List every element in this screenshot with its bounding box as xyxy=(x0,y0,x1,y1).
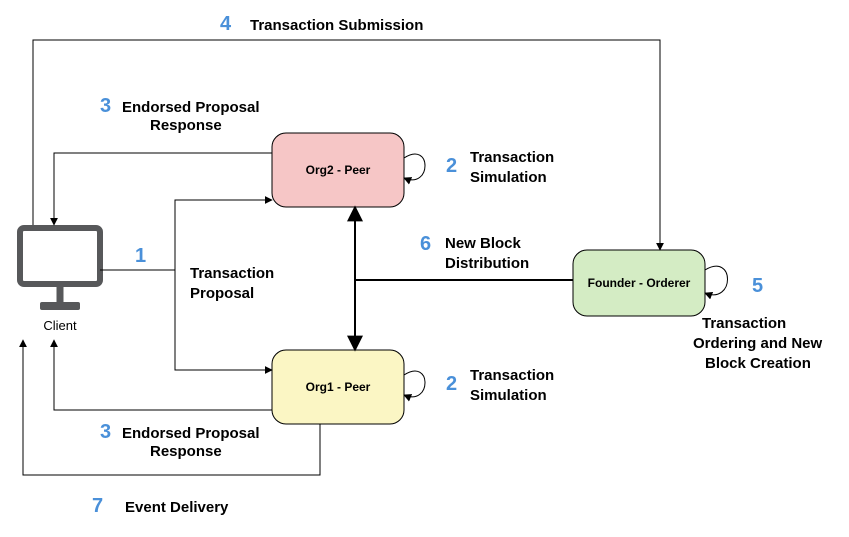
step1-label1: Transaction xyxy=(190,265,274,282)
step2b-label2: Simulation xyxy=(470,387,547,404)
step3b-num: 3 xyxy=(100,421,111,443)
step6-label1: New Block xyxy=(445,235,522,252)
selfloop-org1 xyxy=(404,371,425,397)
step2a-num: 2 xyxy=(446,155,457,177)
selfloop-org2 xyxy=(404,154,425,180)
step2b-label1: Transaction xyxy=(470,367,554,384)
step5-label1: Transaction xyxy=(702,315,786,332)
step5-label2: Ordering and New xyxy=(693,335,823,352)
step5-label3: Block Creation xyxy=(705,355,811,372)
step7-num: 7 xyxy=(92,495,103,517)
arrow-proposal-org2 xyxy=(100,200,272,270)
step2a-label2: Simulation xyxy=(470,169,547,186)
selfloop-orderer xyxy=(705,266,728,295)
step3b-label2: Response xyxy=(150,443,222,460)
step3a-label2: Response xyxy=(150,117,222,134)
step1-label2: Proposal xyxy=(190,285,254,302)
step6-num: 6 xyxy=(420,233,431,255)
step7-label: Event Delivery xyxy=(125,499,229,516)
step3a-label1: Endorsed Proposal xyxy=(122,99,260,116)
step6-label2: Distribution xyxy=(445,255,529,272)
arrow-endorse-org2 xyxy=(54,153,272,225)
client-icon xyxy=(20,228,100,310)
step4-label: Transaction Submission xyxy=(250,17,423,34)
step4-num: 4 xyxy=(220,13,232,35)
arrow-endorse-org1 xyxy=(54,340,272,410)
orderer-label: Founder - Orderer xyxy=(588,276,691,290)
step3a-num: 3 xyxy=(100,95,111,117)
step2a-label1: Transaction xyxy=(470,149,554,166)
step5-num: 5 xyxy=(752,275,763,297)
client-label: Client xyxy=(43,318,77,333)
org2-peer-label: Org2 - Peer xyxy=(306,163,371,177)
org1-peer-label: Org1 - Peer xyxy=(306,380,371,394)
step2b-num: 2 xyxy=(446,373,457,395)
step3b-label1: Endorsed Proposal xyxy=(122,425,260,442)
step1-num: 1 xyxy=(135,245,146,267)
